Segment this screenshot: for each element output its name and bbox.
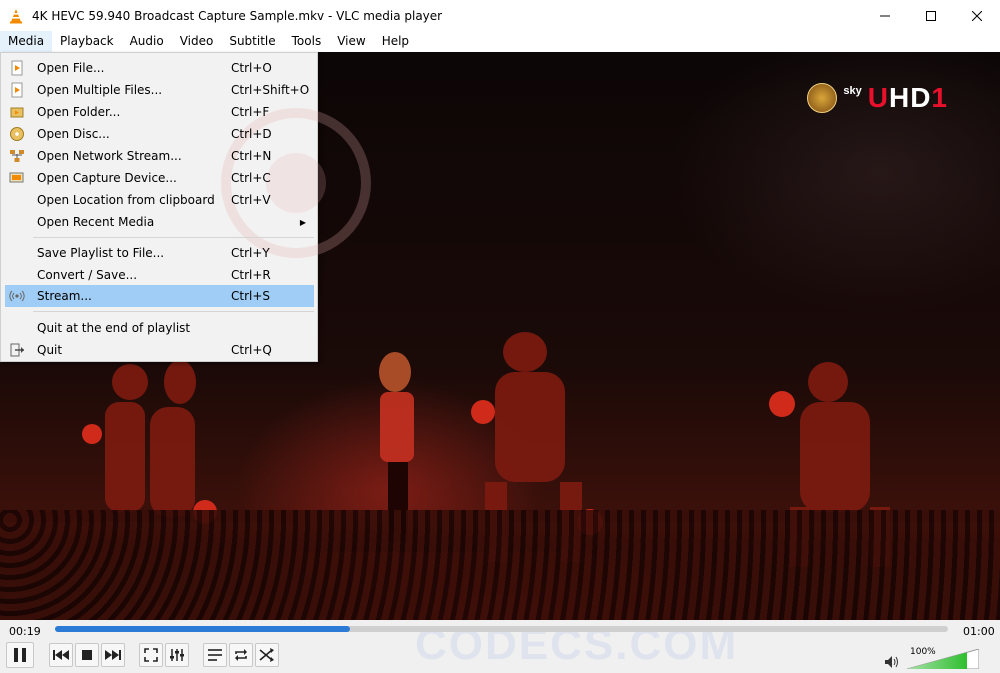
menu-item-open-disc[interactable]: Open Disc... Ctrl+D bbox=[5, 123, 314, 145]
menu-separator bbox=[33, 311, 314, 312]
menu-item-stream[interactable]: Stream... Ctrl+S bbox=[5, 285, 314, 307]
folder-icon bbox=[10, 107, 24, 118]
menu-item-quit-end-playlist[interactable]: Quit at the end of playlist bbox=[5, 317, 314, 339]
stop-button[interactable] bbox=[75, 643, 99, 667]
network-icon bbox=[10, 150, 24, 162]
equalizer-icon bbox=[170, 649, 184, 661]
previous-button[interactable] bbox=[49, 643, 73, 667]
menu-tools[interactable]: Tools bbox=[284, 31, 330, 52]
menu-help[interactable]: Help bbox=[374, 31, 417, 52]
menu-item-open-location-clipboard[interactable]: Open Location from clipboard Ctrl+V bbox=[5, 189, 314, 211]
title-bar: 4K HEVC 59.940 Broadcast Capture Sample.… bbox=[0, 0, 1000, 31]
playlist-button[interactable] bbox=[203, 643, 227, 667]
menu-view[interactable]: View bbox=[329, 31, 373, 52]
menu-item-open-capture-device[interactable]: Open Capture Device... Ctrl+C bbox=[5, 167, 314, 189]
menu-separator bbox=[33, 237, 314, 238]
menu-item-open-file[interactable]: Open File... Ctrl+O bbox=[5, 57, 314, 79]
loop-icon bbox=[235, 649, 247, 661]
seek-slider[interactable] bbox=[55, 626, 948, 632]
maximize-icon bbox=[926, 10, 936, 21]
menu-video[interactable]: Video bbox=[172, 31, 222, 52]
menu-item-convert-save[interactable]: Convert / Save... Ctrl+R bbox=[5, 264, 314, 286]
loop-button[interactable] bbox=[229, 643, 253, 667]
volume-slider[interactable] bbox=[907, 649, 979, 669]
fullscreen-button[interactable] bbox=[139, 643, 163, 667]
stream-icon bbox=[9, 290, 25, 302]
menu-item-save-playlist[interactable]: Save Playlist to File... Ctrl+Y bbox=[5, 242, 314, 264]
maximize-button[interactable] bbox=[908, 0, 954, 31]
window-title: 4K HEVC 59.940 Broadcast Capture Sample.… bbox=[32, 8, 443, 23]
menu-item-open-folder[interactable]: Open Folder... Ctrl+F bbox=[5, 101, 314, 123]
menu-audio[interactable]: Audio bbox=[122, 31, 172, 52]
seek-progress bbox=[55, 626, 350, 632]
media-menu-dropdown: Open File... Ctrl+O Open Multiple Files.… bbox=[0, 52, 371, 362]
quit-icon bbox=[10, 343, 24, 357]
stop-icon bbox=[82, 650, 92, 660]
menu-item-open-multiple-files[interactable]: Open Multiple Files... Ctrl+Shift+O bbox=[5, 79, 314, 101]
disc-icon bbox=[10, 127, 24, 141]
shuffle-button[interactable] bbox=[255, 643, 279, 667]
pause-button[interactable] bbox=[6, 642, 34, 668]
capture-device-icon bbox=[9, 172, 24, 183]
menu-subtitle[interactable]: Subtitle bbox=[221, 31, 283, 52]
extended-settings-button[interactable] bbox=[165, 643, 189, 667]
shuffle-icon bbox=[259, 648, 274, 662]
menu-item-open-network-stream[interactable]: Open Network Stream... Ctrl+N bbox=[5, 145, 314, 167]
pause-icon bbox=[14, 648, 26, 662]
sky-logo-text: sky bbox=[843, 85, 862, 97]
speaker-icon[interactable] bbox=[884, 655, 900, 669]
open-file-icon bbox=[11, 60, 23, 76]
menu-media[interactable]: Media bbox=[0, 31, 53, 52]
menu-bar: Media Playback Audio Video Subtitle Tool… bbox=[0, 31, 1000, 52]
playlist-icon bbox=[208, 649, 222, 661]
fullscreen-icon bbox=[144, 648, 158, 662]
close-button[interactable] bbox=[954, 0, 1000, 31]
open-multiple-files-icon bbox=[11, 82, 23, 98]
menu-playback[interactable]: Playback bbox=[52, 31, 122, 52]
menu-item-quit[interactable]: Quit Ctrl+Q bbox=[5, 339, 314, 361]
uhd-logo-text: UHD1 bbox=[867, 82, 948, 113]
next-button[interactable] bbox=[101, 643, 125, 667]
close-icon bbox=[972, 10, 982, 21]
crowd bbox=[0, 510, 1000, 620]
previous-icon bbox=[53, 650, 69, 660]
next-icon bbox=[105, 650, 121, 660]
anniversary-badge-icon bbox=[807, 83, 838, 113]
vlc-cone-icon bbox=[10, 8, 22, 23]
minimize-icon bbox=[880, 15, 890, 16]
total-time: 01:00 bbox=[963, 625, 995, 638]
submenu-arrow-icon: ▶ bbox=[299, 217, 306, 227]
menu-item-open-recent-media[interactable]: Open Recent Media ▶ bbox=[5, 211, 314, 233]
elapsed-time: 00:19 bbox=[9, 625, 41, 638]
minimize-button[interactable] bbox=[862, 0, 908, 31]
channel-logo: sky UHD1 bbox=[807, 82, 948, 114]
